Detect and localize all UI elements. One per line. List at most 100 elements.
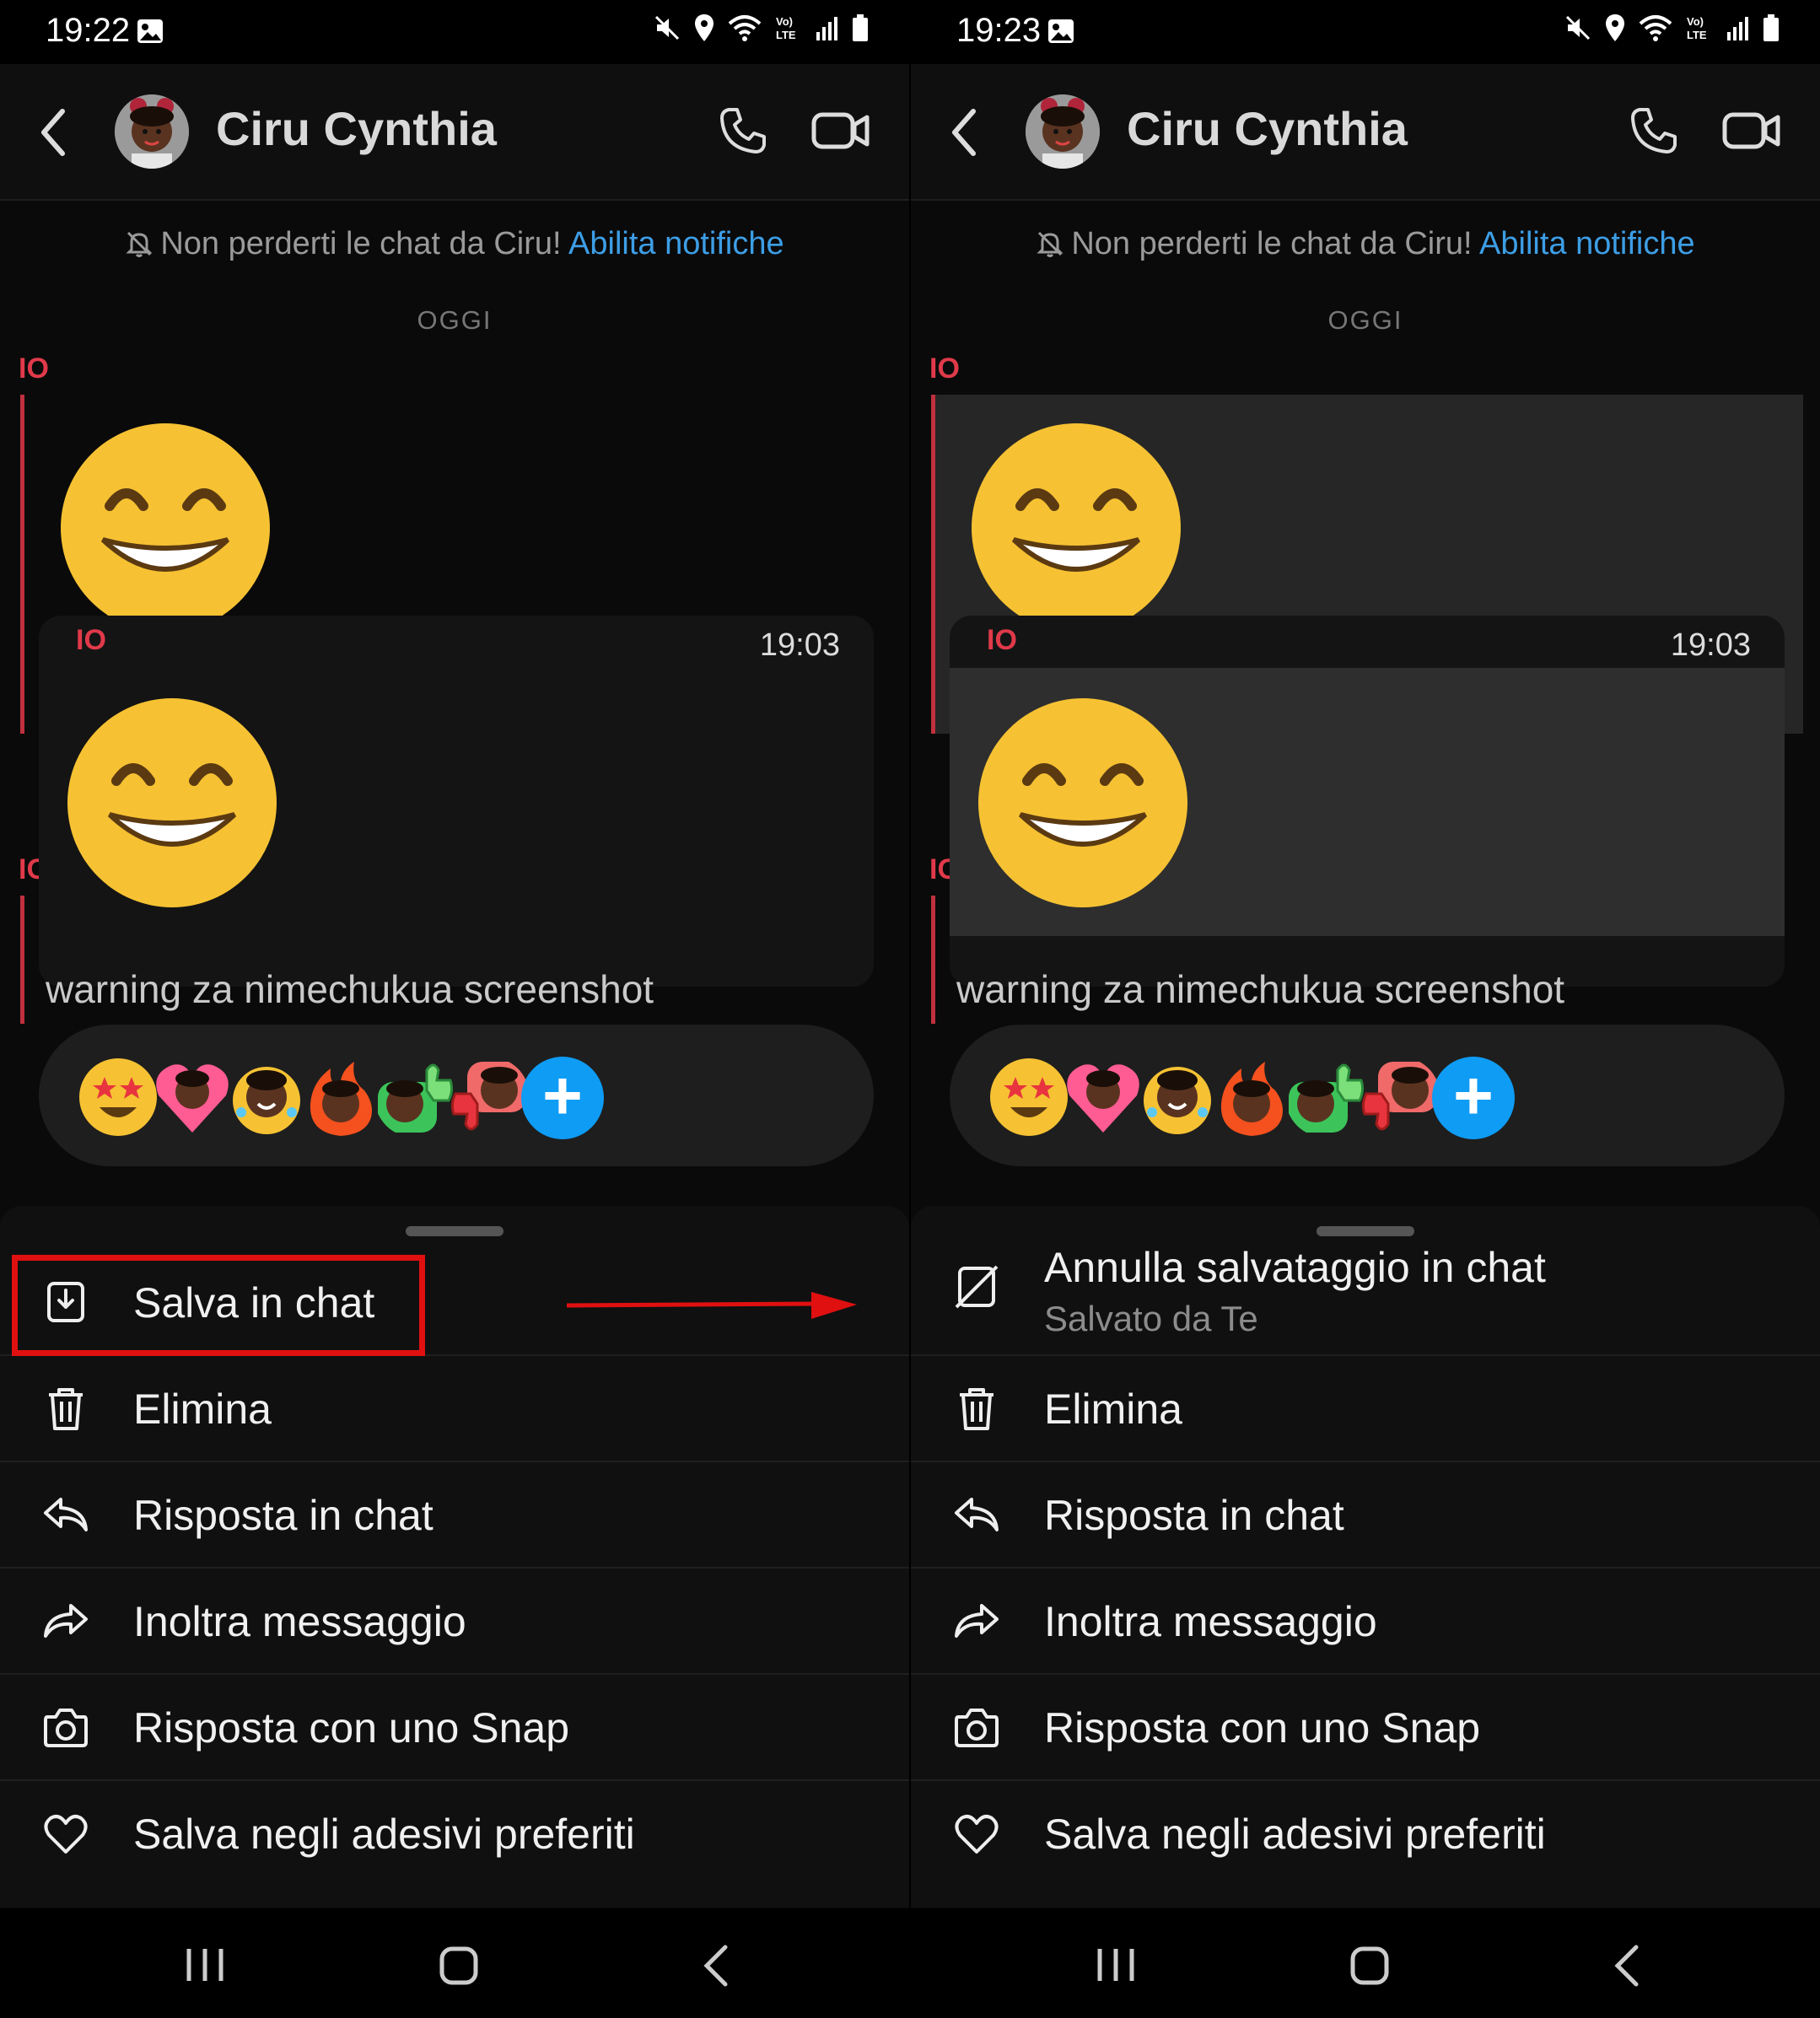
menu-item-forward[interactable]: Inoltra messaggio (0, 1567, 909, 1675)
menu-item-snap-reply[interactable]: Risposta con uno Snap (0, 1673, 909, 1781)
home-icon[interactable] (439, 1945, 479, 1986)
status-time: 19:22 (46, 12, 131, 49)
avatar[interactable] (1026, 94, 1100, 169)
video-camera-icon[interactable] (1722, 108, 1781, 153)
menu-item-save-sticker[interactable]: Salva negli adesivi preferiti (0, 1779, 909, 1886)
phone-icon[interactable] (717, 105, 769, 157)
sheet-handle[interactable] (406, 1226, 503, 1236)
volte-icon: Vo)LTE (776, 15, 796, 41)
status-bar: 19:23 Vo) LTE (911, 0, 1820, 64)
message-time: 19:03 (1670, 627, 1751, 663)
message-bar (20, 395, 24, 734)
menu-label: Inoltra messaggio (133, 1598, 466, 1645)
reply-icon (955, 1498, 999, 1531)
avatar[interactable] (115, 94, 189, 169)
selected-message-preview: IO 19:03 (39, 616, 874, 987)
notification-prompt: Non perderti le chat da Ciru! Abilita no… (911, 226, 1820, 262)
menu-item-snap-reply[interactable]: Risposta con uno Snap (911, 1673, 1820, 1781)
thumbs-down-bitmoji[interactable] (449, 1057, 530, 1138)
back-arrow-icon[interactable] (945, 103, 987, 162)
annotation-arrow-icon (567, 1292, 857, 1319)
chat-header: Ciru Cynthia (911, 64, 1820, 201)
menu-label: Annulla salvataggio in chat (1044, 1244, 1546, 1291)
status-time: 19:23 (956, 12, 1042, 49)
thumbs-up-bitmoji[interactable] (374, 1057, 455, 1138)
menu-label: Elimina (133, 1386, 272, 1433)
video-camera-icon[interactable] (811, 108, 870, 153)
screen-before: 19:22 Vo) LTE Ciru Cynthia Non perderti l… (0, 0, 909, 2018)
add-reaction-button[interactable]: + (1432, 1057, 1515, 1139)
sender-label: IO (929, 352, 960, 385)
grinning-emoji (67, 698, 277, 907)
svg-text:LTE: LTE (776, 29, 796, 41)
camera-icon (44, 1709, 88, 1747)
menu-item-reply[interactable]: Risposta in chat (0, 1461, 909, 1569)
message-sender: IO (987, 624, 1017, 656)
screen-after: 19:23 Vo) LTE Ciru Cynthia Non perderti l… (911, 0, 1820, 2018)
gallery-notification-icon (1048, 19, 1074, 43)
menu-label: Inoltra messaggio (1044, 1598, 1377, 1645)
unsave-icon (955, 1265, 999, 1309)
contact-name[interactable]: Ciru Cynthia (216, 101, 497, 156)
sheet-handle[interactable] (1317, 1226, 1414, 1236)
chat-header: Ciru Cynthia (0, 64, 909, 201)
menu-sublabel: Salvato da Te (1044, 1299, 1258, 1338)
recents-icon[interactable] (1095, 1945, 1137, 1984)
recents-icon[interactable] (184, 1945, 226, 1984)
selected-message-preview: IO 19:03 (950, 616, 1785, 987)
gallery-notification-icon (137, 19, 163, 43)
nav-back-icon[interactable] (1611, 1942, 1645, 1989)
menu-label: Risposta con uno Snap (1044, 1704, 1481, 1752)
phone-icon[interactable] (1628, 105, 1680, 157)
star-struck-emoji[interactable] (78, 1057, 159, 1138)
grinning-emoji[interactable] (970, 422, 1182, 634)
bell-off-icon (1037, 231, 1063, 257)
contact-name[interactable]: Ciru Cynthia (1127, 101, 1408, 156)
menu-item-forward[interactable]: Inoltra messaggio (911, 1567, 1820, 1675)
enable-notifications-link[interactable]: Abilita notifiche (1479, 226, 1695, 261)
forward-icon (955, 1604, 999, 1638)
back-arrow-icon[interactable] (34, 103, 76, 162)
signal-icon (816, 17, 837, 40)
nav-back-icon[interactable] (700, 1942, 734, 1989)
add-reaction-button[interactable]: + (521, 1057, 604, 1139)
home-icon[interactable] (1349, 1945, 1390, 1986)
menu-item-reply[interactable]: Risposta in chat (911, 1461, 1820, 1569)
thumbs-up-bitmoji[interactable] (1285, 1057, 1366, 1138)
heart-icon (44, 1815, 88, 1854)
message-bar (931, 896, 935, 1024)
enable-notifications-link[interactable]: Abilita notifiche (568, 226, 784, 261)
battery-icon (1763, 14, 1779, 41)
laughing-bitmoji[interactable] (226, 1057, 307, 1138)
heart-icon (955, 1815, 999, 1854)
svg-text:Vo): Vo) (776, 15, 793, 28)
notification-text: Non perderti le chat da Ciru! (160, 226, 569, 261)
fire-bitmoji[interactable] (300, 1057, 381, 1138)
system-nav-bar (911, 1908, 1820, 2018)
heart-bitmoji[interactable] (152, 1057, 233, 1138)
message-text: warning za nimechukua screenshot (956, 967, 1565, 1011)
volte-icon: Vo)LTE (1687, 15, 1707, 41)
wifi-icon (728, 15, 762, 41)
thumbs-down-bitmoji[interactable] (1360, 1057, 1440, 1138)
menu-item-delete[interactable]: Elimina (911, 1354, 1820, 1462)
grinning-emoji (978, 698, 1187, 907)
menu-label: Elimina (1044, 1386, 1182, 1433)
svg-text:LTE: LTE (1687, 29, 1707, 41)
star-struck-emoji[interactable] (988, 1057, 1069, 1138)
menu-label: Salva negli adesivi preferiti (133, 1811, 635, 1858)
fire-bitmoji[interactable] (1211, 1057, 1292, 1138)
action-sheet: Annulla salvataggio in chat Salvato da T… (911, 1206, 1820, 1908)
system-nav-bar (0, 1908, 909, 2018)
menu-label: Salva negli adesivi preferiti (1044, 1811, 1546, 1858)
laughing-bitmoji[interactable] (1137, 1057, 1218, 1138)
menu-item-unsave-in-chat[interactable]: Annulla salvataggio in chat Salvato da T… (911, 1240, 1820, 1356)
menu-item-save-sticker[interactable]: Salva negli adesivi preferiti (911, 1779, 1820, 1886)
grinning-emoji[interactable] (59, 422, 272, 634)
menu-item-delete[interactable]: Elimina (0, 1354, 909, 1462)
reaction-bar: + (950, 1025, 1785, 1166)
message-bar (931, 395, 935, 734)
heart-bitmoji[interactable] (1063, 1057, 1144, 1138)
menu-label: Risposta con uno Snap (133, 1704, 570, 1752)
mute-icon (654, 15, 680, 40)
